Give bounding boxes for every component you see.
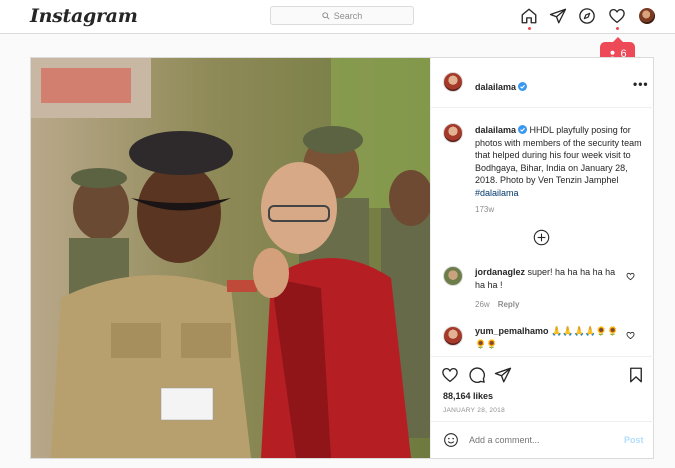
home-icon[interactable] (520, 7, 538, 25)
commenter-avatar[interactable] (443, 266, 463, 286)
instagram-logo[interactable]: Instagram (30, 5, 138, 27)
bookmark-icon[interactable] (627, 366, 645, 384)
post-card: dalailama ••• dalailama HHDL playfully p… (30, 57, 654, 459)
post-sidebar: dalailama ••• dalailama HHDL playfully p… (430, 58, 654, 458)
comment-item: jordanaglez super! ha ha ha ha ha ha ha … (475, 266, 625, 291)
like-comment-heart-icon[interactable] (626, 331, 635, 340)
activity-dot (616, 27, 619, 30)
search-box[interactable]: Search (270, 6, 414, 25)
direct-message-icon[interactable] (549, 7, 567, 25)
caption-author-avatar[interactable] (443, 123, 463, 143)
like-comment-heart-icon[interactable] (626, 272, 635, 281)
caption-username[interactable]: dalailama (475, 125, 516, 135)
post-photo-illustration (31, 58, 430, 458)
caption-timestamp: 173w (475, 205, 495, 214)
caption-hashtag[interactable]: #dalailama (475, 188, 519, 198)
commenter-avatar[interactable] (443, 326, 463, 346)
home-active-dot (528, 27, 531, 30)
post-comment-button[interactable]: Post (624, 435, 644, 445)
explore-compass-icon[interactable] (578, 7, 596, 25)
activity-heart-icon[interactable] (608, 7, 626, 25)
verified-badge-icon (518, 82, 528, 91)
profile-avatar[interactable] (639, 8, 655, 24)
search-icon (322, 11, 330, 20)
author-username[interactable]: dalailama (475, 82, 516, 92)
post-photo[interactable] (31, 58, 430, 458)
comment-age: 26w (475, 300, 490, 309)
search-placeholder: Search (333, 10, 363, 21)
comment-meta: 26w Reply (475, 300, 519, 309)
load-more-comments-icon[interactable] (533, 229, 550, 246)
reply-button[interactable]: Reply (498, 300, 520, 309)
more-options-icon[interactable]: ••• (633, 77, 649, 91)
comment-bubble-icon[interactable] (468, 366, 486, 384)
likes-count[interactable]: 88,164 likes (443, 391, 493, 401)
author-info: dalailama (475, 77, 528, 95)
post-header: dalailama ••• (431, 58, 654, 108)
share-icon[interactable] (494, 366, 512, 384)
post-date: JANUARY 28, 2018 (443, 407, 506, 414)
comment-username[interactable]: yum_pemalhamo (475, 326, 549, 336)
post-caption: dalailama HHDL playfully posing for phot… (475, 124, 647, 199)
comment-username[interactable]: jordanaglez (475, 267, 525, 277)
comment-item: yum_pemalhamo 🙏🙏🙏🙏🌻🌻🌻🌻 (475, 325, 625, 350)
add-comment-input[interactable] (469, 435, 609, 445)
post-actions: 88,164 likes JANUARY 28, 2018 Post (431, 356, 654, 458)
verified-badge-icon (518, 125, 528, 134)
like-heart-icon[interactable] (441, 366, 459, 384)
author-avatar[interactable] (443, 72, 463, 92)
add-comment-bar: Post (431, 421, 654, 459)
top-navigation-bar: Instagram Search (0, 0, 675, 34)
emoji-smiley-icon[interactable] (443, 432, 459, 448)
